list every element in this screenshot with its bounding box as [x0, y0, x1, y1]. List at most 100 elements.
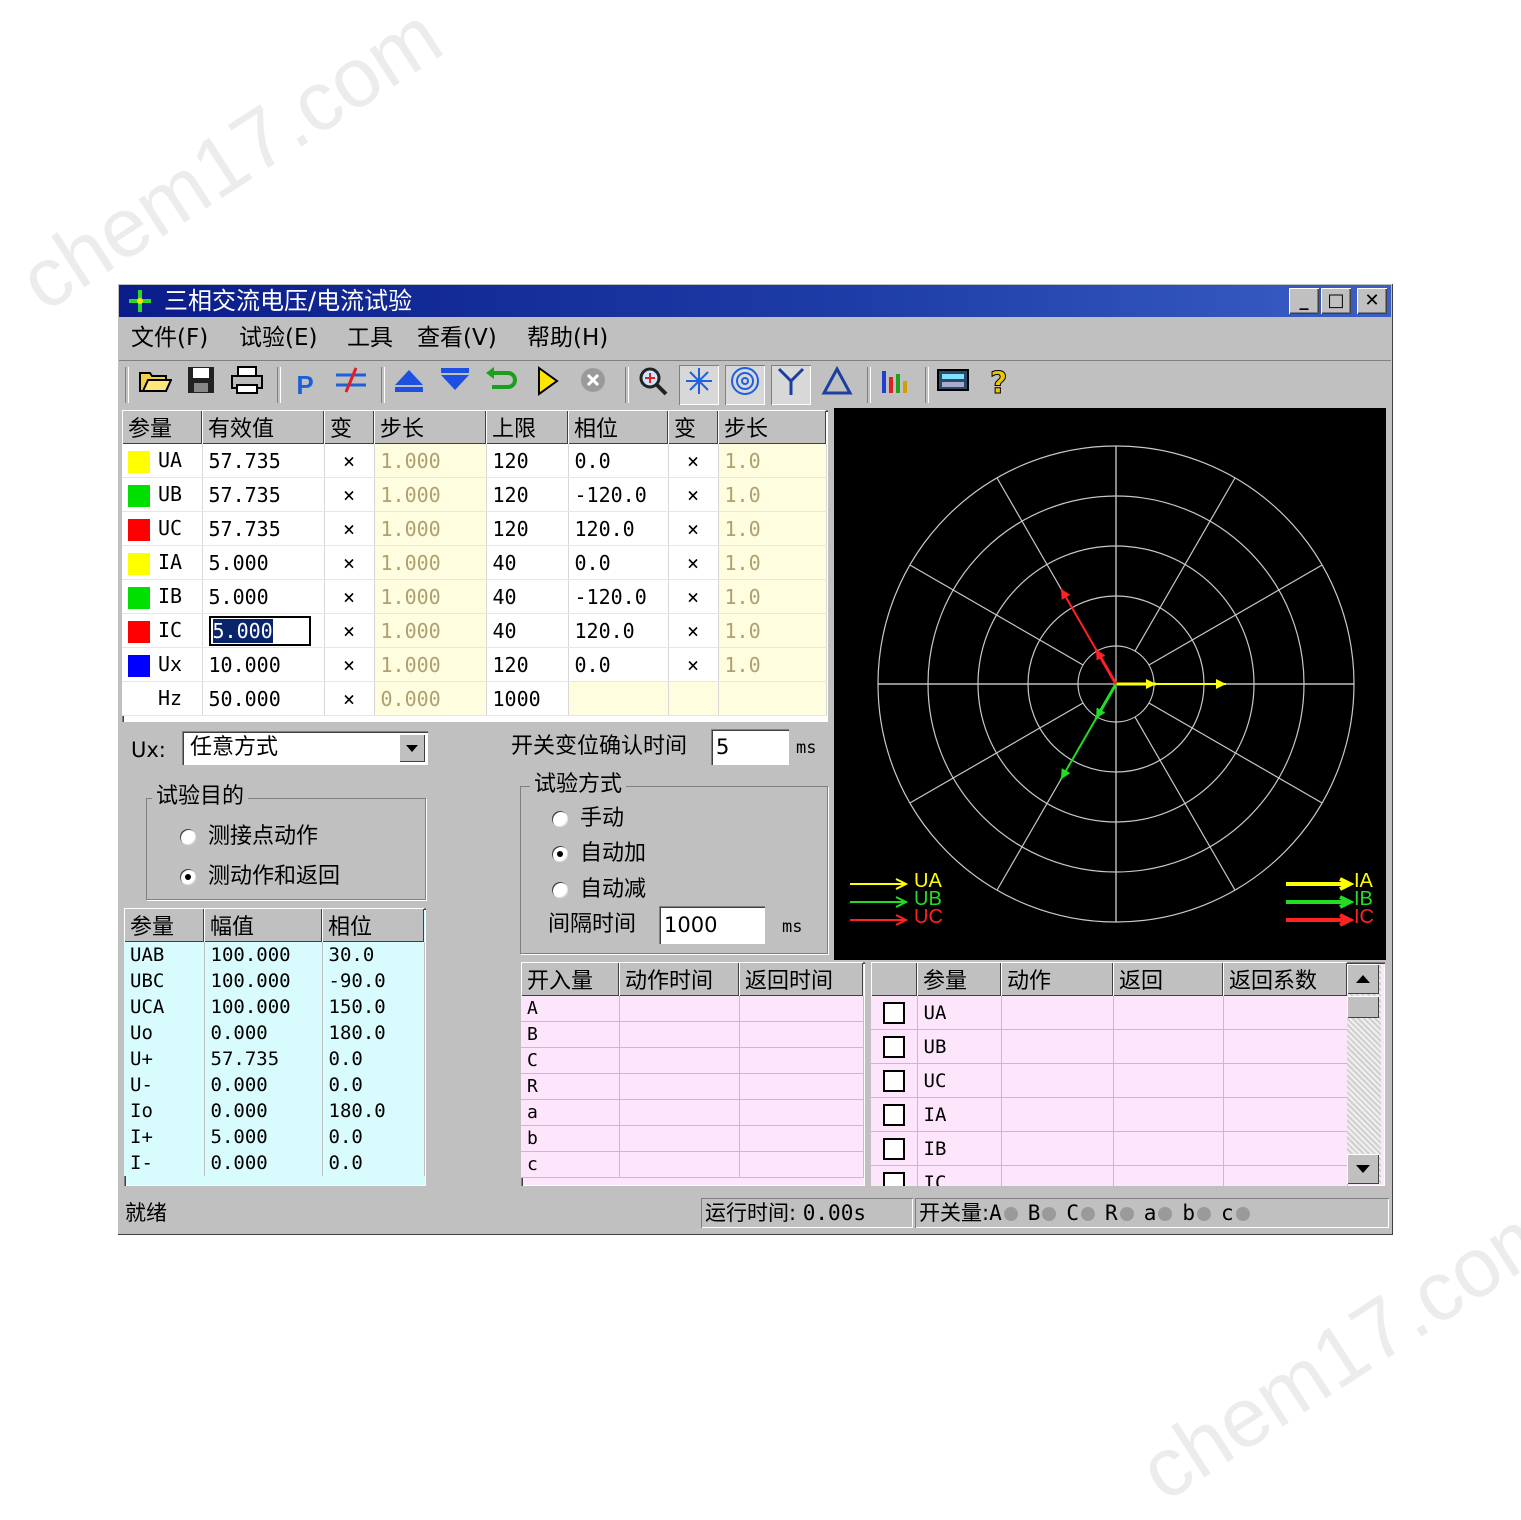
param-step-cell[interactable]: 1.000	[374, 477, 487, 512]
param-row[interactable]: UB 57.735 × 1.000 120 -120.0 × 1.0	[122, 477, 827, 512]
open-folder-icon[interactable]	[135, 365, 175, 405]
param-phase-cell[interactable]	[568, 681, 669, 716]
param-step-cell[interactable]: 1.000	[374, 647, 487, 682]
param-value-cell[interactable]: 5.000	[202, 613, 325, 648]
param-phase-cell[interactable]: -120.0	[568, 477, 669, 512]
param-vary-cell[interactable]: ×	[324, 511, 375, 546]
mode-option-auto-decrease[interactable]: 自动减	[552, 876, 646, 904]
param-value-cell[interactable]: 10.000	[202, 647, 325, 682]
param-phase-vary-cell[interactable]: ×	[668, 579, 719, 614]
save-icon[interactable]	[181, 365, 221, 405]
stop-icon[interactable]	[573, 365, 613, 405]
param-phase-cell[interactable]: 0.0	[568, 444, 669, 478]
col-header[interactable]: 步长	[374, 410, 486, 444]
start-icon[interactable]	[527, 365, 567, 405]
param-phase-vary-cell[interactable]: ×	[668, 444, 719, 478]
param-value-cell[interactable]: 50.000	[202, 681, 325, 716]
result-row[interactable]: IC	[871, 1165, 1348, 1186]
result-select-cell[interactable]	[871, 996, 918, 1030]
param-limit-cell[interactable]: 120	[486, 477, 569, 512]
result-row[interactable]: UC	[871, 1063, 1348, 1098]
param-row[interactable]: IA 5.000 × 1.000 40 0.0 × 1.0	[122, 545, 827, 580]
col-header[interactable]: 参量	[124, 908, 204, 942]
checkbox-icon[interactable]	[882, 1001, 905, 1024]
bar-chart-icon[interactable]	[875, 365, 915, 405]
step-up-icon[interactable]	[389, 365, 429, 405]
radio-icon[interactable]	[552, 846, 568, 862]
result-row[interactable]: IB	[871, 1131, 1348, 1166]
help-icon[interactable]: ?	[979, 365, 1019, 405]
col-header[interactable]: 上限	[486, 410, 568, 444]
param-row[interactable]: IC 5.000 × 1.000 40 120.0 × 1.0	[122, 613, 827, 648]
radio-icon[interactable]	[180, 869, 196, 885]
col-header[interactable]: 动作	[1001, 962, 1113, 996]
col-header[interactable]: 相位	[322, 908, 424, 942]
param-value-editor[interactable]: 5.000	[208, 615, 311, 646]
result-select-cell[interactable]	[871, 1131, 918, 1166]
col-header[interactable]: 变	[324, 410, 374, 444]
param-step-cell[interactable]: 1.000	[374, 613, 487, 648]
param-phase-step-cell[interactable]: 1.0	[718, 545, 827, 580]
param-vary-cell[interactable]: ×	[324, 579, 375, 614]
param-phase-vary-cell[interactable]: ×	[668, 613, 719, 648]
param-phase-step-cell[interactable]: 1.0	[718, 579, 827, 614]
param-phase-vary-cell[interactable]: ×	[668, 545, 719, 580]
scroll-thumb[interactable]	[1347, 996, 1379, 1018]
col-header[interactable]: 幅值	[204, 908, 322, 942]
col-header[interactable]: 返回	[1113, 962, 1223, 996]
col-header[interactable]: 变	[668, 410, 718, 444]
param-limit-cell[interactable]: 1000	[486, 681, 569, 716]
param-phase-step-cell[interactable]: 1.0	[718, 647, 827, 682]
zoom-icon[interactable]	[633, 365, 673, 405]
vertical-scrollbar[interactable]	[1347, 964, 1381, 1184]
col-header[interactable]: 返回时间	[739, 962, 863, 996]
col-header[interactable]: 返回系数	[1223, 962, 1347, 996]
vector-diagram[interactable]: UA UB UC IA IB IC	[834, 408, 1386, 960]
result-row[interactable]: UB	[871, 1029, 1348, 1064]
param-phase-vary-cell[interactable]: ×	[668, 647, 719, 682]
center-icon[interactable]	[679, 365, 719, 405]
result-select-cell[interactable]	[871, 1165, 918, 1186]
param-phase-cell[interactable]: 0.0	[568, 647, 669, 682]
scroll-down-button[interactable]	[1347, 1154, 1379, 1184]
y-connection-icon[interactable]	[771, 365, 811, 405]
checkbox-icon[interactable]	[882, 1035, 905, 1058]
param-phase-vary-cell[interactable]: ×	[668, 511, 719, 546]
col-header[interactable]: 参量	[917, 962, 1001, 996]
param-row[interactable]: UC 57.735 × 1.000 120 120.0 × 1.0	[122, 511, 827, 546]
radio-icon[interactable]	[552, 811, 568, 827]
param-value-cell[interactable]: 57.735	[202, 477, 325, 512]
param-vary-cell[interactable]: ×	[324, 613, 375, 648]
param-vary-cell[interactable]: ×	[324, 545, 375, 580]
result-select-cell[interactable]	[871, 1097, 918, 1132]
checkbox-icon[interactable]	[882, 1069, 905, 1092]
param-phase-step-cell[interactable]: 1.0	[718, 477, 827, 512]
purpose-option-contact[interactable]: 测接点动作	[180, 823, 318, 851]
polar-grid-icon[interactable]	[725, 365, 765, 405]
col-header[interactable]: 步长	[718, 410, 826, 444]
scroll-up-button[interactable]	[1347, 964, 1379, 994]
harmonic-icon[interactable]	[331, 365, 371, 405]
result-select-cell[interactable]	[871, 1063, 918, 1098]
close-button[interactable]: ✕	[1357, 288, 1387, 314]
param-phase-cell[interactable]: 120.0	[568, 613, 669, 648]
col-header[interactable]: 开入量	[521, 962, 619, 996]
param-limit-cell[interactable]: 40	[486, 613, 569, 648]
mode-option-manual[interactable]: 手动	[552, 805, 624, 833]
menu-test[interactable]: 试验(E)	[239, 322, 317, 354]
param-phase-step-cell[interactable]	[718, 681, 827, 716]
param-value-cell[interactable]: 5.000	[202, 545, 325, 580]
maximize-button[interactable]: □	[1321, 288, 1351, 314]
radio-icon[interactable]	[180, 829, 196, 845]
param-row[interactable]: UA 57.735 × 1.000 120 0.0 × 1.0	[122, 444, 827, 478]
print-icon[interactable]	[227, 365, 267, 405]
chevron-down-icon[interactable]	[399, 734, 425, 762]
param-value-cell[interactable]: 5.000	[202, 579, 325, 614]
param-value-cell[interactable]: 57.735	[202, 444, 325, 478]
checkbox-icon[interactable]	[882, 1171, 905, 1186]
param-row[interactable]: Ux 10.000 × 1.000 120 0.0 × 1.0	[122, 647, 827, 682]
param-limit-cell[interactable]: 120	[486, 444, 569, 478]
param-vary-cell[interactable]: ×	[324, 647, 375, 682]
col-header[interactable]: 有效值	[202, 410, 324, 444]
param-phase-step-cell[interactable]: 1.0	[718, 511, 827, 546]
